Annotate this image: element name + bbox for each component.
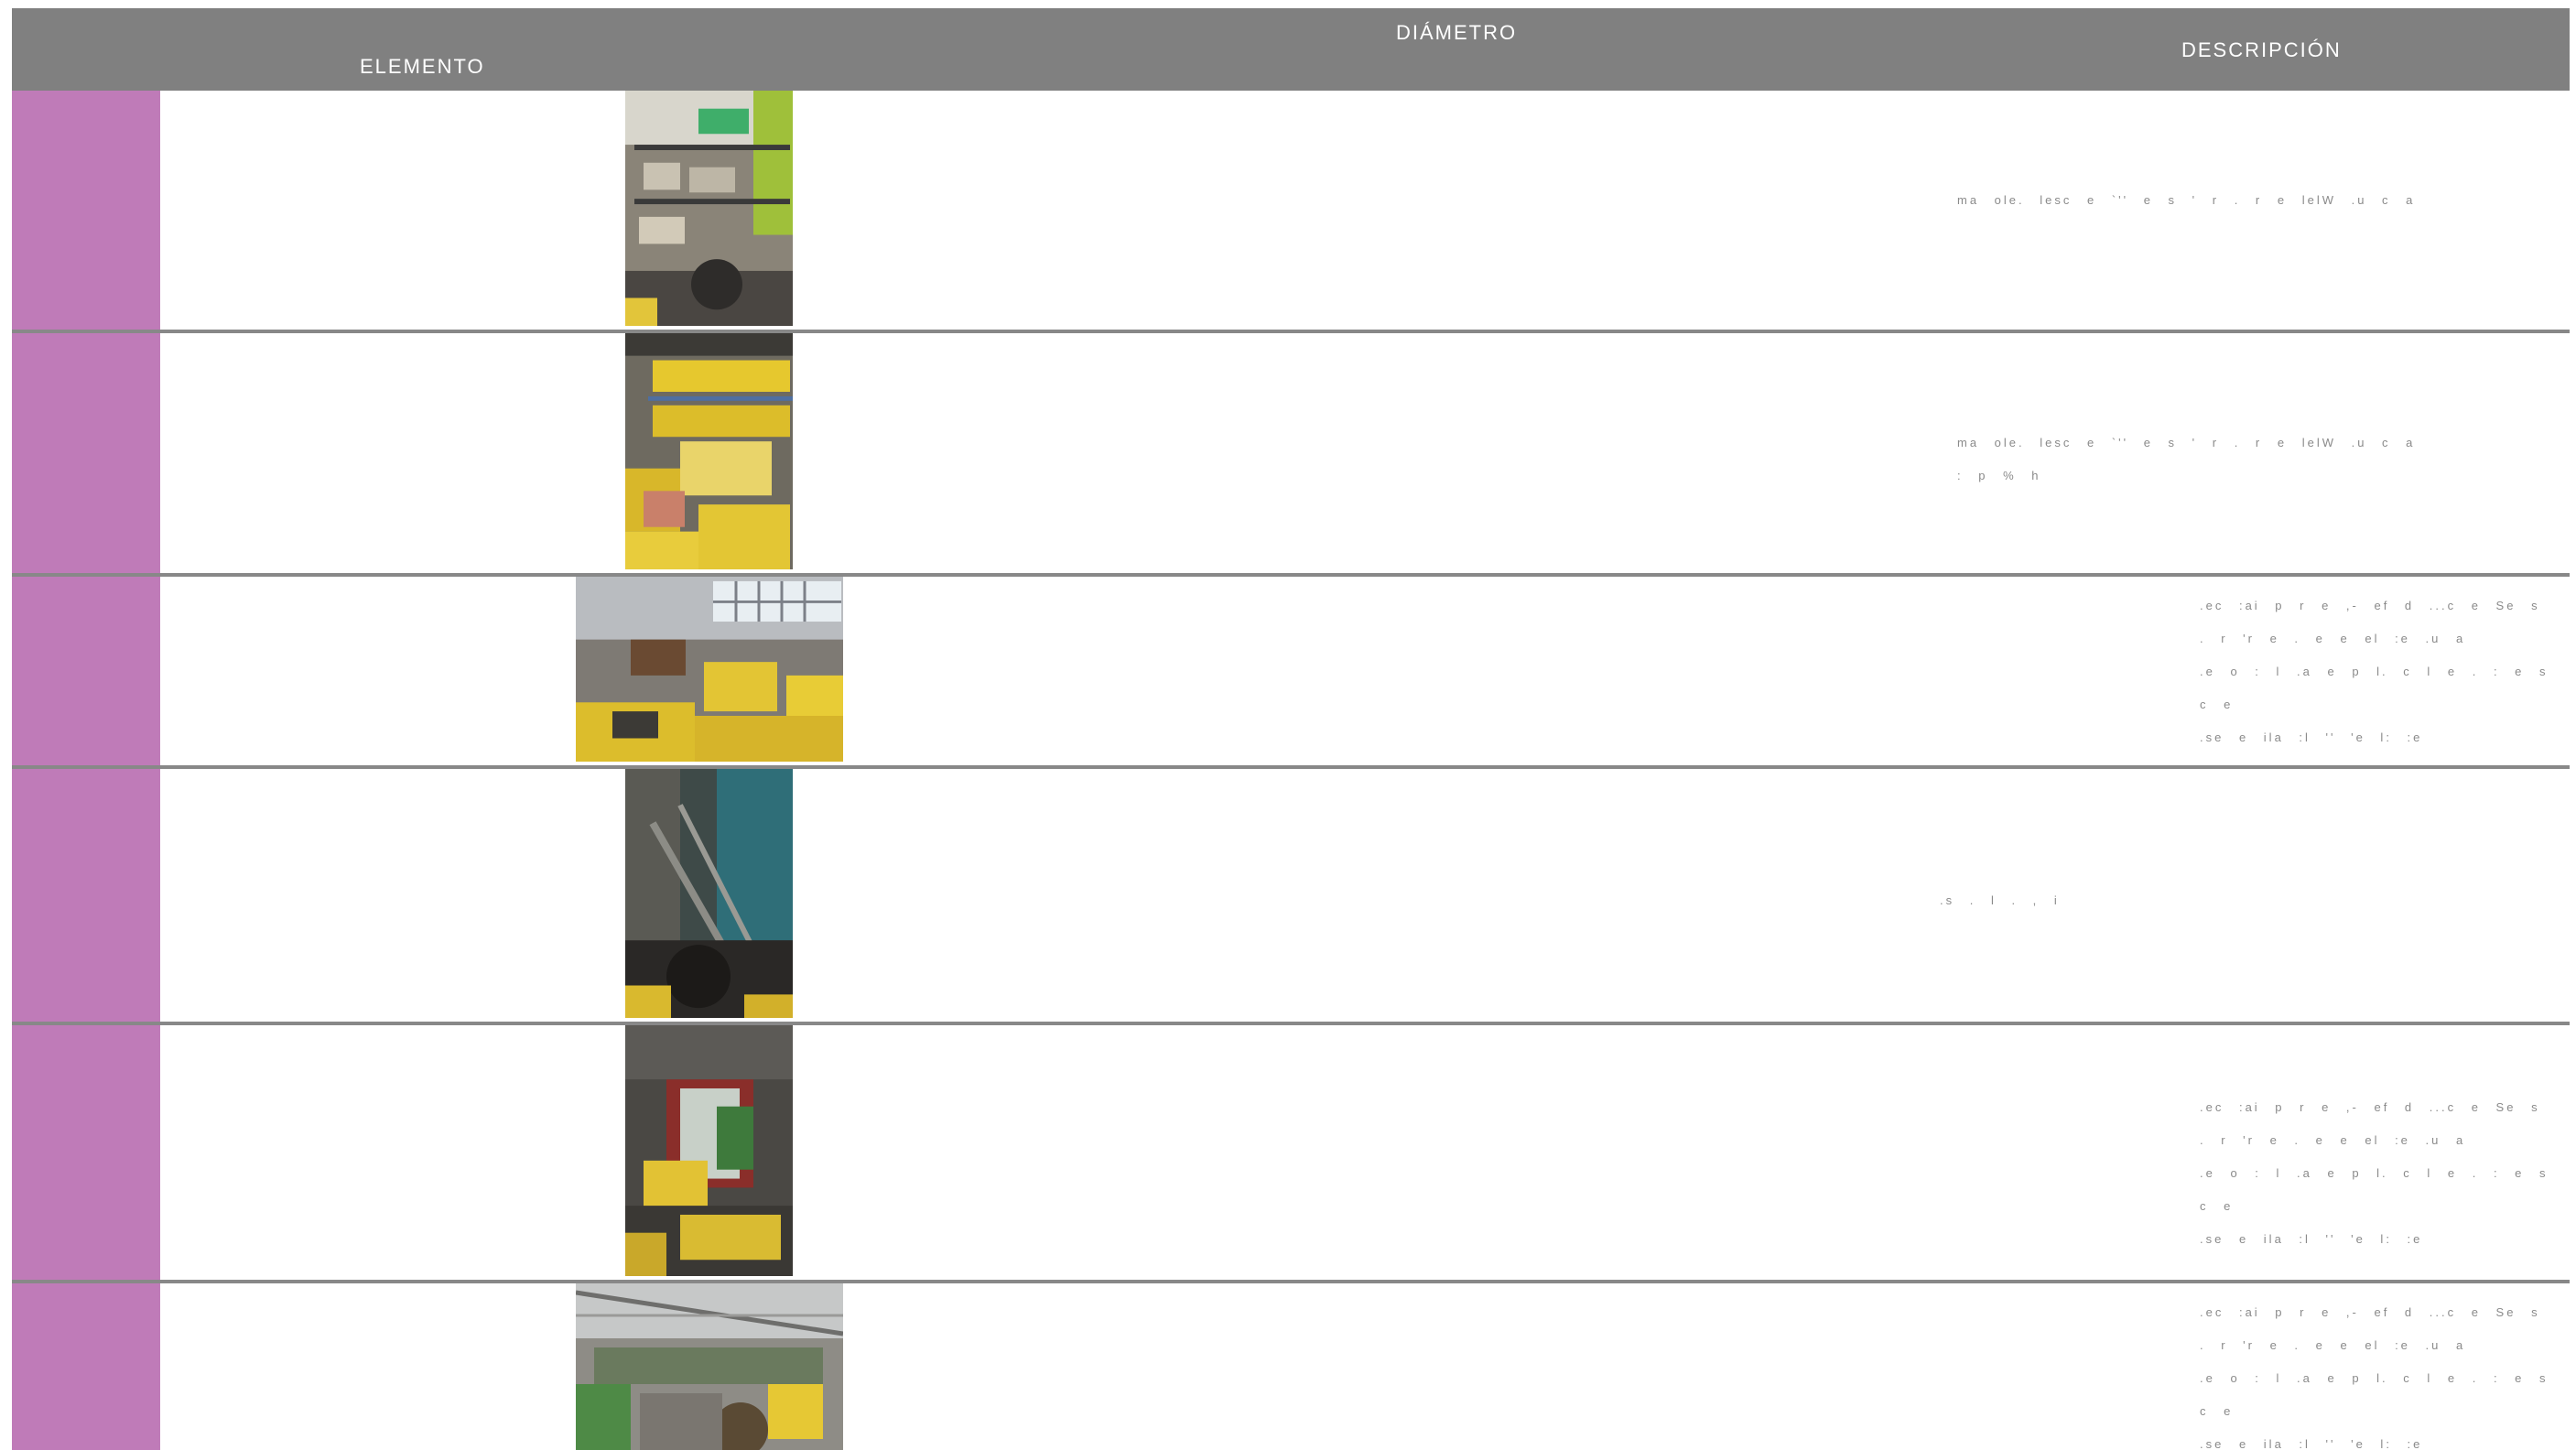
row-description: .ec :ai p r e ,- ef d ...c e Se s . r 'r… <box>2200 599 2549 744</box>
table-row: ma ole. lesc e `'' e s ' r . r e lelW .u… <box>12 91 2570 333</box>
warehouse-crates-photo <box>576 577 843 762</box>
table-row: .ec :ai p r e ,- ef d ...c e Se s . r 'r… <box>12 577 2570 769</box>
workshop-hall-photo <box>576 1283 843 1450</box>
element-color-swatch <box>12 577 160 765</box>
table-row: .ec :ai p r e ,- ef d ...c e Se s . r 'r… <box>12 1025 2570 1283</box>
table-row: ma ole. lesc e `'' e s ' r . r e lelW .u… <box>12 333 2570 577</box>
header-elemento: ELEMENTO <box>360 55 485 78</box>
doorway-cart-photo <box>625 1025 793 1276</box>
yellow-crates-shelf-photo <box>625 333 793 569</box>
table-row: .ec :ai p r e ,- ef d ...c e Se s . r 'r… <box>12 1283 2570 1450</box>
row-description: .s . l . , i <box>1940 893 2060 907</box>
row-description: .ec :ai p r e ,- ef d ...c e Se s . r 'r… <box>2200 1100 2549 1246</box>
element-color-swatch <box>12 1283 160 1450</box>
shelving-with-boxes-photo <box>625 91 793 326</box>
table-header: ELEMENTO DIÁMETRO DESCRIPCIÓN <box>12 8 2570 91</box>
page: ELEMENTO DIÁMETRO DESCRIPCIÓN ma ole. le… <box>0 0 2576 1450</box>
row-description: .ec :ai p r e ,- ef d ...c e Se s . r 'r… <box>2200 1305 2549 1450</box>
header-descripcion: DESCRIPCIÓN <box>2181 38 2342 61</box>
header-diametro: DIÁMETRO <box>1396 21 1518 44</box>
element-color-swatch <box>12 769 160 1022</box>
row-description: ma ole. lesc e `'' e s ' r . r e lelW .u… <box>1957 436 2416 482</box>
elements-table: ELEMENTO DIÁMETRO DESCRIPCIÓN ma ole. le… <box>12 8 2570 1450</box>
corridor-debris-photo <box>625 769 793 1018</box>
table-row: .s . l . , i <box>12 769 2570 1025</box>
element-color-swatch <box>12 333 160 573</box>
element-color-swatch <box>12 91 160 330</box>
row-description: ma ole. lesc e `'' e s ' r . r e lelW .u… <box>1957 193 2416 207</box>
element-color-swatch <box>12 1025 160 1280</box>
